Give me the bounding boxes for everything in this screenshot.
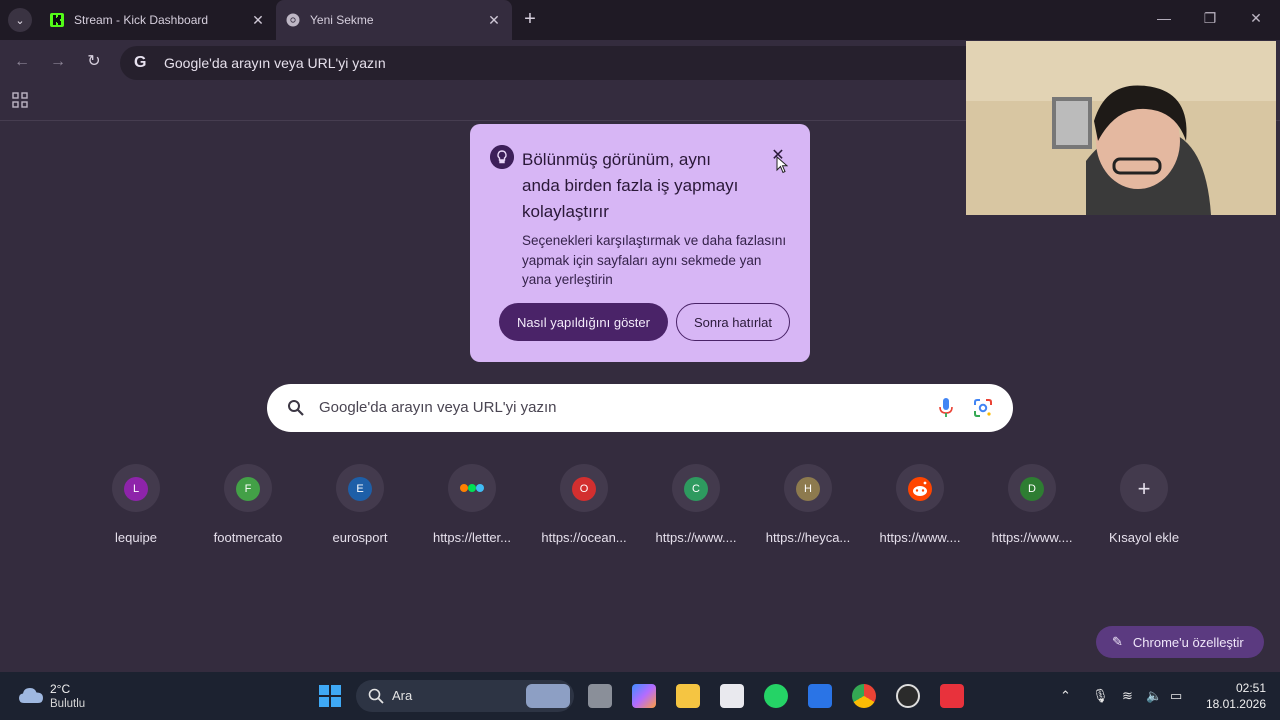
google-lens-icon[interactable] — [973, 398, 993, 418]
popup-title: Bölünmüş görünüm, aynı anda birden fazla… — [522, 150, 739, 221]
taskbar-search[interactable]: Ara — [356, 680, 574, 712]
file-explorer-icon[interactable] — [676, 684, 700, 708]
lightbulb-icon — [490, 145, 514, 169]
close-tab-icon[interactable]: ✕ — [250, 12, 266, 28]
shortcut-letter-icon: F — [236, 477, 260, 501]
close-window-icon[interactable]: ✕ — [1246, 10, 1266, 30]
recording-app-icon[interactable] — [940, 684, 964, 708]
taskbar-clock[interactable]: 02:51 18.01.2026 — [1196, 680, 1266, 712]
volume-icon[interactable]: 🔈 — [1146, 688, 1162, 704]
task-view-icon[interactable] — [588, 684, 612, 708]
todo-icon[interactable] — [808, 684, 832, 708]
kick-logo-icon — [50, 13, 64, 27]
shortcut-label: eurosport — [332, 530, 388, 545]
restore-icon[interactable]: ❐ — [1200, 10, 1220, 30]
shortcut-label: https://www.... — [655, 530, 737, 545]
tab-new-tab[interactable]: Yeni Sekme ✕ — [276, 0, 512, 40]
plus-icon: + — [1137, 476, 1151, 501]
shortcut-ocean[interactable]: O https://ocean... — [534, 464, 634, 554]
shortcut-reddit[interactable]: https://www.... — [870, 464, 970, 554]
remind-later-button[interactable]: Sonra hatırlat — [676, 303, 790, 341]
reload-icon[interactable]: ↻ — [84, 52, 104, 72]
shortcut-heyca[interactable]: H https://heyca... — [758, 464, 858, 554]
forward-icon[interactable]: → — [48, 52, 68, 72]
weather-condition: Bulutlu — [50, 698, 86, 710]
obs-icon[interactable] — [896, 684, 920, 708]
chrome-taskbar-icon[interactable] — [852, 684, 876, 708]
battery-icon[interactable]: ▭ — [1170, 688, 1182, 704]
microsoft-store-icon[interactable] — [720, 684, 744, 708]
popup-body: Seçenekleri karşılaştırmak ve daha fazla… — [522, 233, 787, 287]
shortcut-label: https://heyca... — [765, 530, 851, 545]
tab-kick-dashboard[interactable]: Stream - Kick Dashboard ✕ — [40, 0, 276, 40]
customize-chrome-label: Chrome'u özelleştir — [1132, 634, 1244, 650]
search-highlight-image — [526, 684, 570, 708]
taskbar-search-label: Ara — [392, 688, 413, 703]
customize-chrome-button[interactable]: ✎ Chrome'u özelleştir — [1096, 626, 1264, 658]
pencil-icon: ✎ — [1112, 634, 1123, 649]
show-how-button[interactable]: Nasıl yapıldığını göster — [499, 303, 668, 341]
wifi-icon[interactable]: ≋ — [1122, 688, 1133, 704]
chevron-down-icon: ⌄ — [15, 14, 25, 27]
windows-start-icon[interactable] — [318, 684, 342, 708]
letterboxd-icon — [460, 484, 484, 492]
shortcut-letter-icon: D — [1020, 477, 1044, 501]
tab-search-dropdown[interactable]: ⌄ — [8, 8, 32, 32]
voice-search-icon[interactable] — [938, 397, 954, 419]
search-icon — [368, 688, 384, 704]
add-shortcut-button[interactable]: + Kısayol ekle — [1094, 464, 1194, 554]
shortcut-letter-icon: O — [572, 477, 596, 501]
address-bar[interactable]: G Google'da arayın veya URL'yi yazın — [120, 46, 1080, 80]
chevron-up-icon[interactable]: ⌃ — [1060, 688, 1071, 704]
shortcut-lequipe[interactable]: L lequipe — [86, 464, 186, 554]
search-icon — [288, 400, 304, 416]
back-icon[interactable]: ← — [12, 52, 32, 72]
shortcut-label: https://ocean... — [541, 530, 627, 545]
whatsapp-icon[interactable] — [764, 684, 788, 708]
search-input[interactable]: Google'da arayın veya URL'yi yazın — [267, 384, 1013, 432]
google-icon: G — [134, 54, 147, 71]
weather-widget[interactable]: 2°C Bulutlu — [18, 680, 138, 712]
tab-title: Yeni Sekme — [310, 13, 374, 27]
shortcut-letter-icon: C — [684, 477, 708, 501]
chrome-icon — [286, 13, 300, 27]
shortcut-label: footmercato — [213, 530, 283, 545]
weather-temperature: 2°C — [50, 682, 71, 696]
shortcut-letter-icon: E — [348, 477, 372, 501]
clock-time: 02:51 — [1235, 681, 1266, 695]
mouse-cursor-icon — [776, 156, 788, 174]
tab-title: Stream - Kick Dashboard — [74, 13, 209, 27]
address-bar-text: Google'da arayın veya URL'yi yazın — [164, 55, 386, 71]
shortcut-eurosport[interactable]: E eurosport — [310, 464, 410, 554]
microphone-icon[interactable]: 🎙 — [1092, 688, 1109, 704]
close-tab-icon[interactable]: ✕ — [486, 12, 502, 28]
minimize-icon[interactable]: — — [1154, 10, 1174, 30]
shortcut-label: Kısayol ekle — [1108, 530, 1180, 545]
clock-date: 18.01.2026 — [1205, 697, 1266, 711]
split-view-promo-popup: Bölünmüş görünüm, aynı anda birden fazla… — [470, 124, 810, 362]
shortcut-letter-icon: L — [124, 477, 148, 501]
shortcut-label: https://letter... — [432, 530, 512, 545]
shortcut-label: lequipe — [115, 530, 157, 545]
shortcut-label: https://www.... — [991, 530, 1073, 545]
shortcut-letterboxd[interactable]: https://letter... — [422, 464, 522, 554]
search-placeholder: Google'da arayın veya URL'yi yazın — [319, 399, 557, 416]
shortcut-letter-icon: H — [796, 477, 820, 501]
cloud-icon — [19, 688, 43, 703]
shortcut-www-d[interactable]: D https://www.... — [982, 464, 1082, 554]
shortcut-footmercato[interactable]: F footmercato — [198, 464, 298, 554]
apps-grid-icon[interactable] — [12, 92, 28, 108]
reddit-icon — [908, 477, 932, 501]
new-tab-button[interactable]: + — [520, 9, 540, 30]
shortcut-www-c[interactable]: C https://www.... — [646, 464, 746, 554]
webcam-overlay — [966, 41, 1276, 215]
shortcut-label: https://www.... — [879, 530, 961, 545]
copilot-icon[interactable] — [632, 684, 656, 708]
